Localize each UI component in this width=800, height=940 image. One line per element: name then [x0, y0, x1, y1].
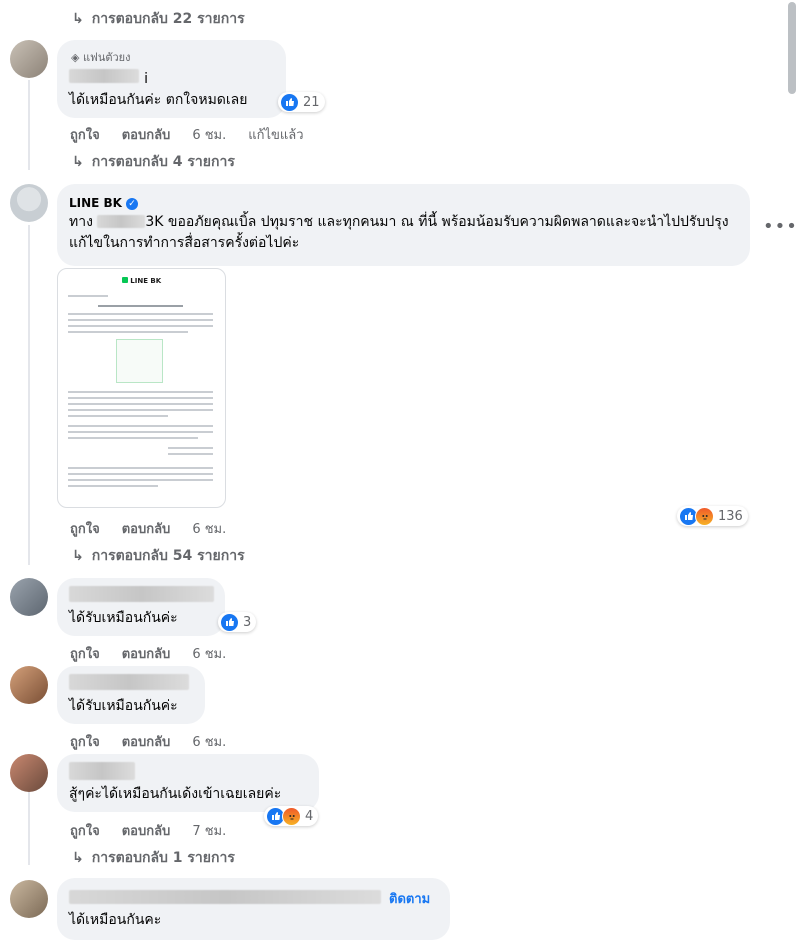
blurred-name [69, 69, 139, 83]
fan-badge: แฟนตัวยง [82, 51, 131, 64]
comment-text: ทาง 3K ขออภัยคุณเบิ้ล ปทุมราช และทุกคนมา… [69, 214, 729, 251]
doc-line [68, 403, 213, 405]
timestamp[interactable]: 6 ชม. [192, 128, 226, 143]
doc-screenshot [116, 339, 163, 383]
attached-document-image[interactable]: LINE BK [57, 268, 226, 508]
comment-actions: ถูกใจ ตอบกลับ 6 ชม. [70, 731, 248, 752]
view-replies-link[interactable]: ↳ การตอบกลับ 54 รายการ [72, 545, 245, 567]
doc-line [68, 479, 213, 481]
reply-button[interactable]: ตอบกลับ [122, 522, 171, 537]
reply-button[interactable]: ตอบกลับ [122, 128, 171, 143]
doc-logo-icon [121, 277, 128, 283]
comment-text: ได้รับเหมือนกันค่ะ [69, 610, 178, 626]
doc-line [68, 437, 198, 439]
reply-arrow-icon: ↳ [72, 850, 84, 866]
like-button[interactable]: ถูกใจ [70, 735, 100, 750]
reaction-summary[interactable]: 136 [677, 506, 748, 526]
like-reaction-icon [220, 612, 239, 632]
timestamp[interactable]: 6 ชม. [192, 735, 226, 750]
doc-line [68, 331, 188, 333]
timestamp[interactable]: 7 ชม. [192, 824, 226, 839]
angry-reaction-icon [282, 806, 301, 826]
avatar[interactable] [10, 40, 48, 78]
reply-arrow-icon: ↳ [72, 548, 84, 564]
more-options-icon[interactable]: ••• [763, 216, 798, 237]
comment-bubble: ติดตาม ได้เหมือนกันคะ [57, 878, 450, 940]
thread-line [28, 225, 30, 565]
comment-text: ได้เหมือนกันคะ [69, 912, 162, 928]
timestamp[interactable]: 6 ชม. [192, 522, 226, 537]
like-reaction-icon [280, 92, 299, 112]
doc-line [168, 447, 213, 449]
doc-line [68, 391, 213, 393]
view-replies-link[interactable]: ↳ การตอบกลับ 22 รายการ [72, 8, 245, 30]
comment-text: ได้รับเหมือนกันค่ะ [69, 698, 178, 714]
reply-button[interactable]: ตอบกลับ [122, 735, 171, 750]
doc-line [68, 319, 213, 321]
doc-line [68, 415, 168, 417]
view-replies-link[interactable]: ↳ การตอบกลับ 4 รายการ [72, 151, 235, 173]
follow-button[interactable]: ติดตาม [389, 888, 430, 909]
avatar[interactable] [10, 666, 48, 704]
avatar[interactable] [10, 880, 48, 918]
comment-text: สู้ๆค่ะได้เหมือนกันเด้งเข้าเฉยเลยค่ะ [69, 786, 282, 802]
reaction-summary[interactable]: 3 [218, 612, 257, 632]
diamond-icon: ◈ [71, 51, 80, 64]
doc-line [68, 313, 213, 315]
comment-actions: ถูกใจ ตอบกลับ 6 ชม. แก้ไขแล้ว [70, 124, 326, 145]
like-button[interactable]: ถูกใจ [70, 824, 100, 839]
doc-line [68, 425, 213, 427]
commenter-name[interactable]: LINE BK [69, 196, 122, 210]
doc-line [98, 305, 183, 307]
reply-arrow-icon: ↳ [72, 11, 84, 27]
avatar[interactable] [10, 578, 48, 616]
doc-line [68, 473, 213, 475]
blurred-name [69, 674, 189, 690]
comment-bubble: ได้รับเหมือนกันค่ะ [57, 578, 225, 636]
timestamp[interactable]: 6 ชม. [192, 647, 226, 662]
blurred-name [69, 762, 135, 780]
like-button[interactable]: ถูกใจ [70, 647, 100, 662]
avatar[interactable] [10, 184, 48, 222]
doc-line [68, 325, 213, 327]
comment-actions: ถูกใจ ตอบกลับ 6 ชม. [70, 518, 248, 539]
doc-line [68, 409, 213, 411]
reaction-summary[interactable]: 4 [264, 806, 319, 826]
comment-bubble: สู้ๆค่ะได้เหมือนกันเด้งเข้าเฉยเลยค่ะ [57, 754, 319, 812]
blurred-name [69, 586, 214, 602]
comment-actions: ถูกใจ ตอบกลับ 6 ชม. [70, 643, 248, 664]
comment-bubble: ◈ แฟนตัวยง i ได้เหมือนกันค่ะ ตกใจหมดเลย [57, 40, 286, 118]
avatar[interactable] [10, 754, 48, 792]
thread-line [28, 790, 30, 865]
scrollbar-thumb[interactable] [788, 2, 796, 94]
comment-text: ได้เหมือนกันค่ะ ตกใจหมดเลย [69, 92, 248, 108]
doc-line [68, 397, 213, 399]
like-button[interactable]: ถูกใจ [70, 522, 100, 537]
edited-label: แก้ไขแล้ว [248, 128, 304, 143]
blurred-text [97, 215, 146, 228]
doc-line [68, 485, 158, 487]
doc-line [68, 295, 108, 297]
reply-button[interactable]: ตอบกลับ [122, 824, 171, 839]
reply-button[interactable]: ตอบกลับ [122, 647, 171, 662]
doc-line [168, 453, 213, 455]
like-button[interactable]: ถูกใจ [70, 128, 100, 143]
thread-line [28, 80, 30, 170]
blurred-name [69, 890, 381, 904]
reply-arrow-icon: ↳ [72, 154, 84, 170]
comment-bubble: LINE BK ✓ ทาง 3K ขออภัยคุณเบิ้ล ปทุมราช แ… [57, 184, 750, 266]
comment-actions: ถูกใจ ตอบกลับ 7 ชม. [70, 820, 248, 841]
doc-line [68, 431, 213, 433]
doc-line [68, 467, 213, 469]
angry-reaction-icon [695, 506, 714, 526]
reaction-summary[interactable]: 21 [278, 92, 325, 112]
view-replies-link[interactable]: ↳ การตอบกลับ 1 รายการ [72, 847, 235, 869]
verified-icon: ✓ [125, 198, 138, 210]
comment-bubble: ได้รับเหมือนกันค่ะ [57, 666, 205, 724]
